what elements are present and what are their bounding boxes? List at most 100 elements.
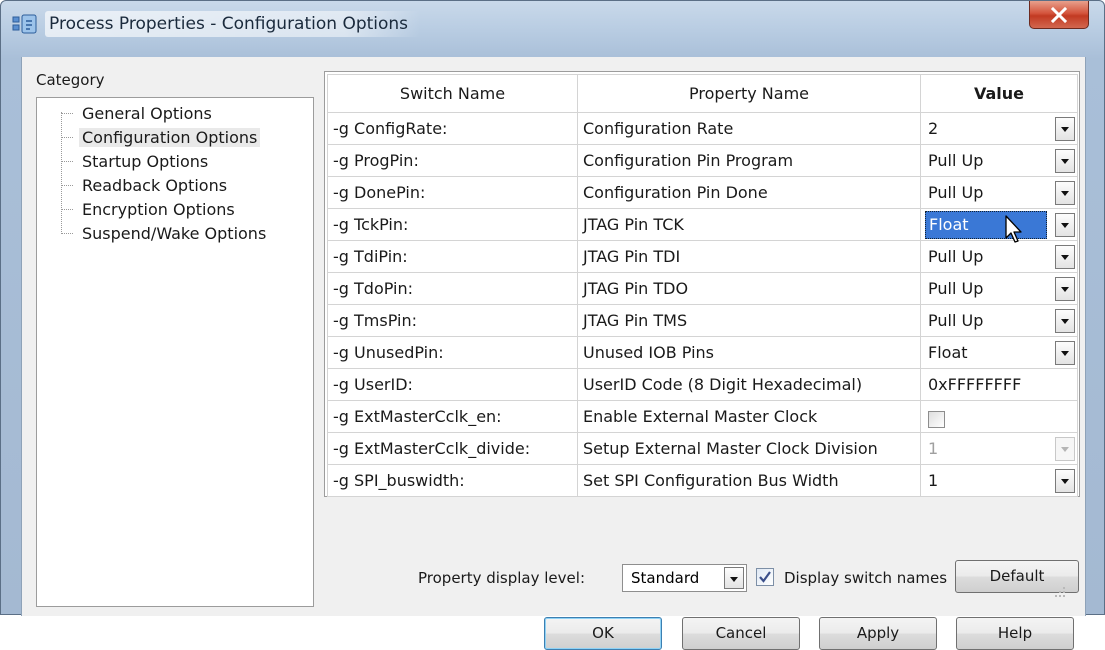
mouse-pointer-icon — [1005, 215, 1022, 243]
display-switch-names-checkbox[interactable] — [756, 568, 774, 586]
ext-master-clock-divide-combo: 1 — [921, 434, 1077, 464]
value-cell: 0xFFFFFFFF — [920, 368, 1078, 401]
property-name-cell: JTAG Pin TDO — [577, 272, 921, 305]
category-item-label: Startup Options — [82, 152, 209, 171]
category-item-suspend-wake-options[interactable]: Suspend/Wake Options — [61, 222, 269, 246]
switch-name-cell: -g TdiPin: — [327, 240, 578, 273]
title-bar[interactable]: Process Properties - Configuration Optio… — [1, 1, 1104, 57]
table-row: -g UnusedPin: Unused IOB Pins Float — [327, 336, 1078, 369]
unused-pin-combo[interactable]: Float — [921, 338, 1077, 368]
header-value[interactable]: Value — [920, 74, 1078, 113]
tree-tick — [61, 209, 73, 210]
category-item-label: Suspend/Wake Options — [82, 224, 267, 243]
cancel-button[interactable]: Cancel — [682, 617, 800, 650]
value-cell: 1 — [920, 464, 1078, 497]
dialog-client-area: Category General Options Configuration O… — [21, 57, 1086, 650]
process-properties-icon — [12, 14, 37, 34]
switch-name-cell: -g UnusedPin: — [327, 336, 578, 369]
property-name-cell: Configuration Pin Done — [577, 176, 921, 209]
category-label: Category — [36, 71, 105, 89]
chevron-down-icon — [1055, 436, 1075, 461]
table-row: -g TmsPin: JTAG Pin TMS Pull Up — [327, 304, 1078, 337]
combo-value: Pull Up — [928, 150, 984, 170]
switch-name-cell: -g ConfigRate: — [327, 112, 578, 145]
chevron-down-icon[interactable] — [1055, 244, 1075, 269]
header-switch-name[interactable]: Switch Name — [327, 74, 578, 113]
spi-buswidth-combo[interactable]: 1 — [921, 466, 1077, 496]
display-switch-names-label: Display switch names — [784, 569, 948, 587]
combo-value: 1 — [928, 438, 939, 458]
combo-value: Pull Up — [928, 182, 984, 202]
switch-name-cell: -g TmsPin: — [327, 304, 578, 337]
tdo-pin-combo[interactable]: Pull Up — [921, 274, 1077, 304]
checkmark-icon — [759, 571, 771, 583]
chevron-down-icon[interactable] — [1055, 340, 1075, 365]
table-row: -g TdoPin: JTAG Pin TDO Pull Up — [327, 272, 1078, 305]
tree-tick — [61, 113, 73, 114]
ext-master-clock-checkbox[interactable] — [928, 411, 945, 428]
property-grid: Switch Name Property Name Value -g Confi… — [327, 74, 1078, 497]
property-display-level-combo[interactable]: Standard — [622, 564, 747, 592]
table-row: -g ExtMasterCclk_en: Enable External Mas… — [327, 400, 1078, 433]
chevron-down-icon[interactable] — [1055, 148, 1075, 173]
switch-name-cell: -g ProgPin: — [327, 144, 578, 177]
property-name-cell: Configuration Rate — [577, 112, 921, 145]
tree-tick — [61, 233, 73, 234]
category-item-readback-options[interactable]: Readback Options — [61, 174, 269, 198]
value-cell: 2 — [920, 112, 1078, 145]
property-name-cell: Set SPI Configuration Bus Width — [577, 464, 921, 497]
value-cell: Pull Up — [920, 240, 1078, 273]
apply-button[interactable]: Apply — [819, 617, 937, 650]
property-name-cell: UserID Code (8 Digit Hexadecimal) — [577, 368, 921, 401]
category-item-startup-options[interactable]: Startup Options — [61, 150, 269, 174]
chevron-down-icon[interactable] — [1055, 180, 1075, 205]
switch-name-cell: -g UserID: — [327, 368, 578, 401]
prog-pin-combo[interactable]: Pull Up — [921, 146, 1077, 176]
value-cell: Pull Up — [920, 144, 1078, 177]
combo-value: 1 — [928, 470, 939, 490]
chevron-down-icon[interactable] — [1055, 116, 1075, 141]
value-cell: Float — [920, 336, 1078, 369]
value-cell: Float — [920, 208, 1078, 241]
header-property-name[interactable]: Property Name — [577, 74, 921, 113]
property-display-level-label: Property display level: — [418, 569, 585, 587]
category-item-label: Encryption Options — [82, 200, 235, 219]
resize-grip-icon[interactable] — [1053, 585, 1067, 599]
tck-pin-combo[interactable]: Float — [921, 210, 1077, 240]
chevron-down-icon[interactable] — [1055, 212, 1075, 237]
tree-tick — [61, 137, 73, 138]
close-icon — [1050, 7, 1068, 23]
value-cell: Pull Up — [920, 176, 1078, 209]
combo-value: Pull Up — [928, 246, 984, 266]
table-row: -g ProgPin: Configuration Pin Program Pu… — [327, 144, 1078, 177]
category-item-label: Configuration Options — [79, 128, 261, 147]
config-rate-combo[interactable]: 2 — [921, 114, 1077, 144]
table-row: -g SPI_buswidth: Set SPI Configuration B… — [327, 464, 1078, 497]
done-pin-combo[interactable]: Pull Up — [921, 178, 1077, 208]
tms-pin-combo[interactable]: Pull Up — [921, 306, 1077, 336]
chevron-down-icon[interactable] — [1055, 468, 1075, 493]
dialog-window: Process Properties - Configuration Optio… — [0, 0, 1105, 650]
category-item-configuration-options[interactable]: Configuration Options — [61, 126, 269, 150]
switch-name-cell: -g SPI_buswidth: — [327, 464, 578, 497]
close-button[interactable] — [1029, 1, 1089, 29]
table-row: -g TdiPin: JTAG Pin TDI Pull Up — [327, 240, 1078, 273]
chevron-down-icon[interactable] — [724, 567, 744, 589]
chevron-down-icon[interactable] — [1055, 308, 1075, 333]
category-item-encryption-options[interactable]: Encryption Options — [61, 198, 269, 222]
ok-button[interactable]: OK — [544, 617, 662, 650]
table-row: -g ExtMasterCclk_divide: Setup External … — [327, 432, 1078, 465]
tree-tick — [61, 161, 73, 162]
chevron-down-icon[interactable] — [1055, 276, 1075, 301]
property-name-cell: JTAG Pin TMS — [577, 304, 921, 337]
property-name-cell: Enable External Master Clock — [577, 400, 921, 433]
category-tree-panel: General Options Configuration Options St… — [36, 97, 314, 607]
tdi-pin-combo[interactable]: Pull Up — [921, 242, 1077, 272]
value-cell: Pull Up — [920, 304, 1078, 337]
category-item-general-options[interactable]: General Options — [61, 102, 269, 126]
property-name-cell: Setup External Master Clock Division — [577, 432, 921, 465]
userid-input[interactable]: 0xFFFFFFFF — [921, 370, 1077, 400]
property-name-cell: JTAG Pin TCK — [577, 208, 921, 241]
property-name-cell: Configuration Pin Program — [577, 144, 921, 177]
help-button[interactable]: Help — [956, 617, 1074, 650]
